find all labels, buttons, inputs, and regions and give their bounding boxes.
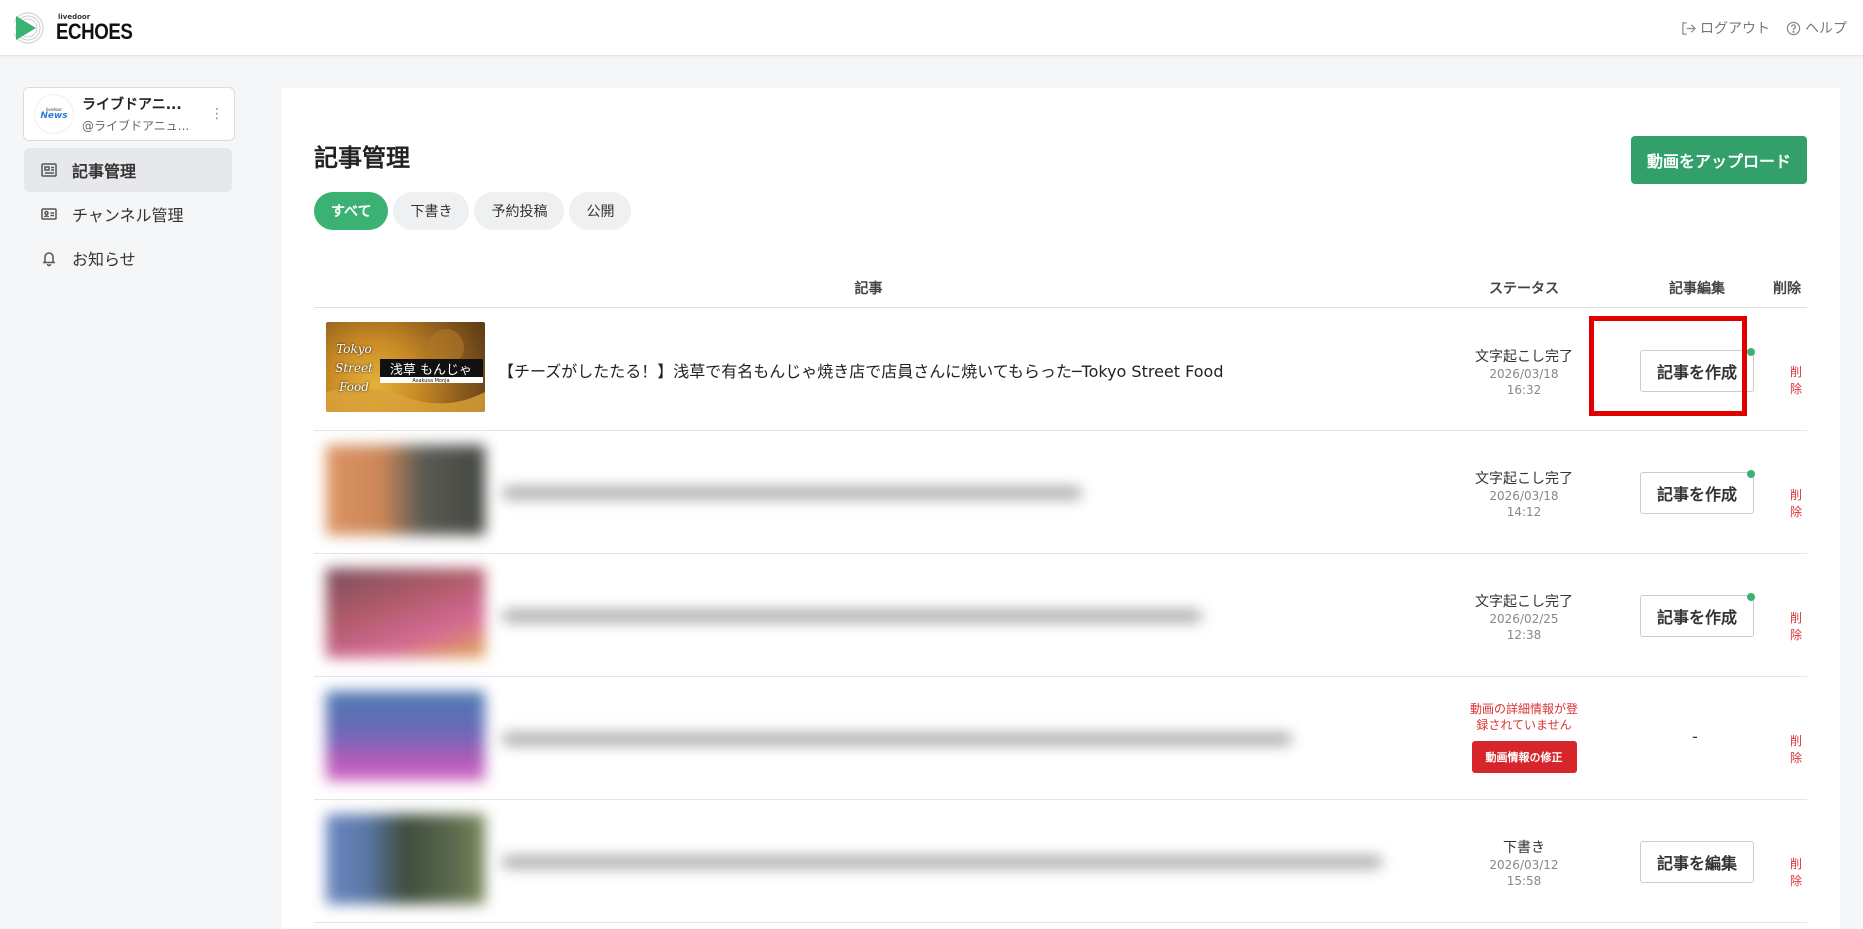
status-filter-tabs: すべて 下書き 予約投稿 公開 xyxy=(314,192,632,230)
create-article-button[interactable]: 記事を作成 xyxy=(1640,593,1755,637)
newspaper-icon xyxy=(41,163,57,177)
logout-icon xyxy=(1682,21,1696,35)
help-label: ヘルプ xyxy=(1805,21,1847,37)
table-row: 動画の詳細情報が登 録されていません 動画情報の修正 - 削除 xyxy=(314,677,1807,800)
account-handle: @ライブドアニュ... xyxy=(82,119,190,133)
edit-article-button[interactable]: 記事を編集 xyxy=(1640,841,1754,883)
create-article-button[interactable]: 記事を作成 xyxy=(1640,470,1755,514)
id-card-icon xyxy=(41,208,57,220)
table-row: 文字起こし完了 2026/02/25 12:38 記事を作成 削除 xyxy=(314,554,1807,677)
help-icon xyxy=(1786,21,1801,35)
filter-all[interactable]: すべて xyxy=(314,192,389,230)
status-text: 文字起こし完了 xyxy=(1475,594,1573,610)
button-label: 記事を編集 xyxy=(1656,854,1737,873)
video-thumbnail[interactable]: 浅草 もんじゃ Asakusa Monja Tokyo Street Food xyxy=(326,322,485,412)
sidebar-item-notices[interactable]: お知らせ xyxy=(24,236,232,280)
column-delete: 削除 xyxy=(1773,281,1801,297)
status-cell: 文字起こし完了 2026/03/18 14:12 xyxy=(1424,468,1624,520)
thumbnail-left-text: Tokyo Street Food xyxy=(335,342,373,394)
top-bar: livedoor ECHOES ログアウト ヘルプ xyxy=(0,0,1863,56)
status-date: 2026/03/18 xyxy=(1489,489,1559,503)
status-cell: 下書き 2026/03/12 15:58 xyxy=(1424,837,1624,889)
delete-link[interactable]: 削除 xyxy=(1790,486,1807,520)
column-edit: 記事編集 xyxy=(1669,281,1725,297)
status-time: 12:38 xyxy=(1506,628,1542,642)
button-label: 記事を作成 xyxy=(1656,608,1737,627)
error-message-line2: 録されていません xyxy=(1476,718,1572,732)
table-row: 下書き 2026/03/12 15:58 記事を編集 削除 xyxy=(314,800,1807,923)
sidebar-item-channels[interactable]: チャンネル管理 xyxy=(24,192,232,236)
button-label: 記事を作成 xyxy=(1656,485,1737,504)
column-status: ステータス xyxy=(1489,281,1559,297)
delete-link[interactable]: 削除 xyxy=(1790,609,1807,643)
logout-link[interactable]: ログアウト xyxy=(1681,18,1770,38)
avatar: livedoor News xyxy=(34,94,74,134)
sidebar-item-label: お知らせ xyxy=(72,250,136,269)
logo-text: ECHOES xyxy=(56,18,133,44)
avatar-brand-text: News xyxy=(40,110,68,121)
sidebar-item-articles[interactable]: 記事管理 xyxy=(24,148,232,192)
account-switcher[interactable]: livedoor News ライブドアニ... @ライブドアニュ... ⋮ xyxy=(23,87,235,141)
thumbnail-sub-text: Asakusa Monja xyxy=(412,378,449,384)
status-time: 14:12 xyxy=(1506,505,1542,519)
page-title: 記事管理 xyxy=(314,144,410,172)
article-title[interactable]: 【チーズがしたたる！】浅草で有名もんじゃ焼き店で店員さんに焼いてもらった─Tok… xyxy=(498,358,1224,382)
sidebar-nav: 記事管理 チャンネル管理 お知らせ xyxy=(24,148,232,280)
new-indicator-dot xyxy=(1747,348,1755,356)
filter-scheduled[interactable]: 予約投稿 xyxy=(474,192,565,230)
filter-draft[interactable]: 下書き xyxy=(393,192,470,230)
filter-published[interactable]: 公開 xyxy=(569,192,632,230)
new-indicator-dot xyxy=(1747,593,1755,601)
status-text: 下書き xyxy=(1503,840,1545,856)
delete-link[interactable]: 削除 xyxy=(1790,363,1807,397)
delete-link[interactable]: 削除 xyxy=(1790,855,1807,889)
fix-video-info-button[interactable]: 動画情報の修正 xyxy=(1471,741,1577,773)
thumbnail-banner-text: 浅草 もんじゃ xyxy=(390,363,472,378)
table-header: 記事 ステータス 記事編集 削除 xyxy=(314,262,1807,308)
play-logo-icon xyxy=(12,11,52,45)
error-message-line1: 動画の詳細情報が登 xyxy=(1469,702,1578,716)
blurred-article-content xyxy=(314,800,1423,922)
blurred-article-content xyxy=(314,677,1423,799)
account-name: ライブドアニ... xyxy=(82,97,182,113)
more-vertical-icon[interactable]: ⋮ xyxy=(210,106,224,122)
blurred-article-content xyxy=(314,554,1423,676)
upload-video-button[interactable]: 動画をアップロード xyxy=(1631,136,1807,184)
status-cell: 動画の詳細情報が登 録されていません 動画情報の修正 xyxy=(1424,701,1624,773)
logout-label: ログアウト xyxy=(1700,21,1770,37)
column-article: 記事 xyxy=(854,281,883,297)
status-text: 文字起こし完了 xyxy=(1475,471,1573,487)
help-link[interactable]: ヘルプ xyxy=(1786,18,1847,38)
main-panel: 記事管理 動画をアップロード すべて 下書き 予約投稿 公開 記事 ステータス … xyxy=(282,88,1840,929)
sidebar-item-label: 記事管理 xyxy=(72,162,137,181)
status-time: 15:58 xyxy=(1506,874,1542,888)
table-row: 文字起こし完了 2026/03/18 14:12 記事を作成 削除 xyxy=(314,431,1807,554)
highlight-box xyxy=(1589,316,1747,416)
new-indicator-dot xyxy=(1747,470,1755,478)
bell-icon xyxy=(42,252,56,267)
blurred-article-content xyxy=(314,431,1423,553)
table-row: 浅草 もんじゃ Asakusa Monja Tokyo Street Food … xyxy=(314,308,1807,431)
sidebar-item-label: チャンネル管理 xyxy=(72,206,184,225)
no-edit-placeholder: - xyxy=(1692,727,1698,746)
status-date: 2026/03/12 xyxy=(1489,858,1559,872)
status-date: 2026/02/25 xyxy=(1489,612,1559,626)
status-cell: 文字起こし完了 2026/02/25 12:38 xyxy=(1424,591,1624,643)
echoes-logo[interactable]: livedoor ECHOES xyxy=(12,10,146,46)
delete-link[interactable]: 削除 xyxy=(1790,732,1807,766)
